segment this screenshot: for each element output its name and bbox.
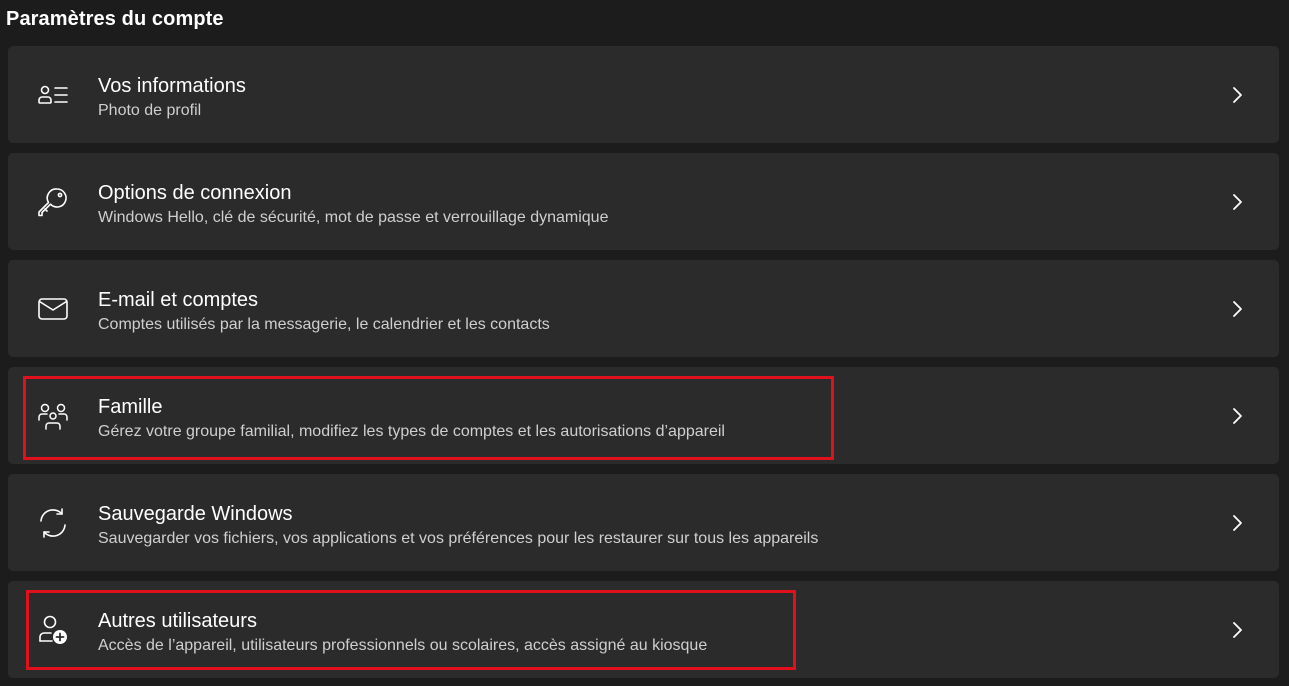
chevron-right-icon: [1231, 85, 1245, 105]
section-title: Paramètres du compte: [6, 8, 224, 30]
settings-item-autres-utilisateurs[interactable]: Autres utilisateurs Accès de l’appareil,…: [8, 581, 1279, 678]
item-description: Accès de l’appareil, utilisateurs profes…: [98, 637, 708, 654]
settings-item-famille[interactable]: Famille Gérez votre groupe familial, mod…: [8, 367, 1279, 464]
family-icon: [36, 399, 70, 433]
sync-icon: [36, 506, 70, 540]
key-icon: [36, 185, 70, 219]
settings-item-vos-informations[interactable]: Vos informations Photo de profil: [8, 46, 1279, 143]
item-title: Vos informations: [98, 75, 246, 97]
item-description: Windows Hello, clé de sécurité, mot de p…: [98, 209, 609, 226]
item-description: Gérez votre groupe familial, modifiez le…: [98, 423, 725, 440]
settings-item-options-connexion[interactable]: Options de connexion Windows Hello, clé …: [8, 153, 1279, 250]
chevron-right-icon: [1231, 620, 1245, 640]
settings-item-sauvegarde-windows[interactable]: Sauvegarde Windows Sauvegarder vos fichi…: [8, 474, 1279, 571]
item-description: Sauvegarder vos fichiers, vos applicatio…: [98, 530, 819, 547]
item-description: Photo de profil: [98, 102, 202, 119]
item-title: Autres utilisateurs: [98, 610, 257, 632]
item-title: Options de connexion: [98, 182, 292, 204]
chevron-right-icon: [1231, 192, 1245, 212]
settings-list: Vos informations Photo de profil Options…: [8, 46, 1279, 678]
add-person-icon: [36, 613, 70, 647]
item-title: Famille: [98, 396, 163, 418]
chevron-right-icon: [1231, 406, 1245, 426]
person-info-icon: [36, 78, 70, 112]
settings-item-email-comptes[interactable]: E-mail et comptes Comptes utilisés par l…: [8, 260, 1279, 357]
item-title: Sauvegarde Windows: [98, 503, 293, 525]
chevron-right-icon: [1231, 299, 1245, 319]
item-title: E-mail et comptes: [98, 289, 259, 311]
item-description: Comptes utilisés par la messagerie, le c…: [98, 316, 550, 333]
mail-icon: [36, 292, 70, 326]
chevron-right-icon: [1231, 513, 1245, 533]
